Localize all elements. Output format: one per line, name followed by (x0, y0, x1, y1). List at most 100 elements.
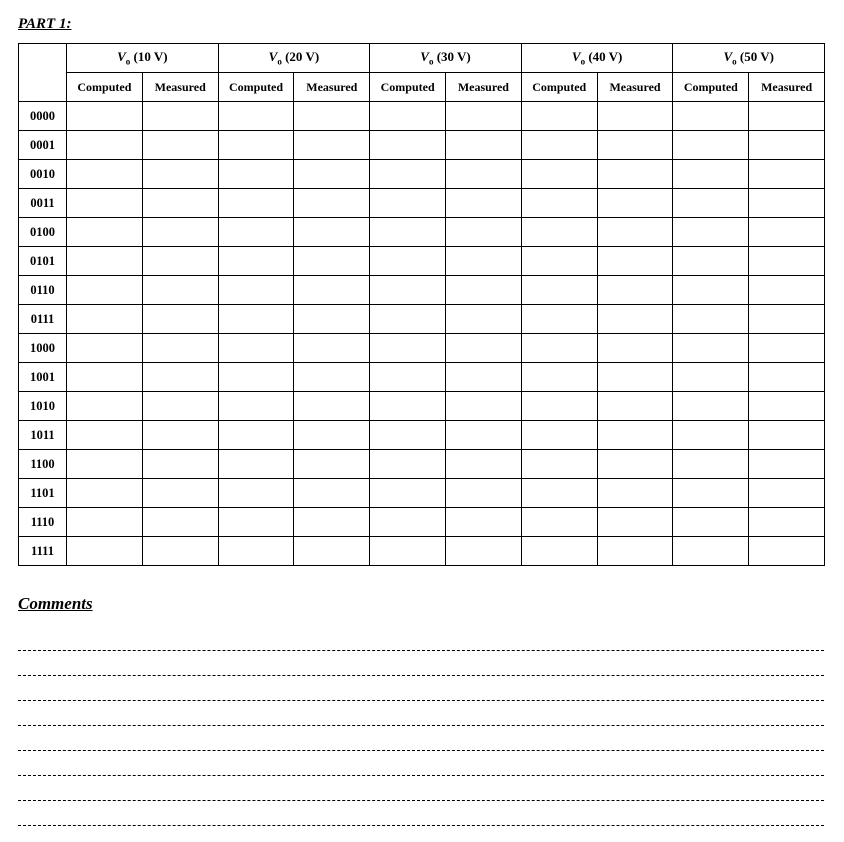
data-cell[interactable] (142, 189, 218, 218)
data-cell[interactable] (370, 218, 446, 247)
data-cell[interactable] (370, 421, 446, 450)
data-cell[interactable] (597, 276, 673, 305)
comment-line[interactable] (18, 801, 824, 826)
data-cell[interactable] (370, 131, 446, 160)
data-cell[interactable] (294, 131, 370, 160)
data-cell[interactable] (749, 131, 825, 160)
data-cell[interactable] (218, 421, 294, 450)
data-cell[interactable] (67, 160, 143, 189)
data-cell[interactable] (370, 363, 446, 392)
data-cell[interactable] (294, 218, 370, 247)
data-cell[interactable] (521, 537, 597, 566)
data-cell[interactable] (673, 392, 749, 421)
data-cell[interactable] (370, 160, 446, 189)
data-cell[interactable] (67, 189, 143, 218)
data-cell[interactable] (673, 218, 749, 247)
data-cell[interactable] (521, 305, 597, 334)
data-cell[interactable] (446, 305, 522, 334)
data-cell[interactable] (294, 363, 370, 392)
data-cell[interactable] (597, 363, 673, 392)
comment-line[interactable] (18, 676, 824, 701)
data-cell[interactable] (142, 218, 218, 247)
comment-line[interactable] (18, 726, 824, 751)
data-cell[interactable] (521, 189, 597, 218)
data-cell[interactable] (521, 276, 597, 305)
data-cell[interactable] (673, 305, 749, 334)
data-cell[interactable] (218, 247, 294, 276)
data-cell[interactable] (749, 363, 825, 392)
data-cell[interactable] (370, 102, 446, 131)
data-cell[interactable] (142, 363, 218, 392)
data-cell[interactable] (446, 392, 522, 421)
data-cell[interactable] (142, 508, 218, 537)
data-cell[interactable] (673, 363, 749, 392)
data-cell[interactable] (67, 363, 143, 392)
data-cell[interactable] (142, 537, 218, 566)
data-cell[interactable] (749, 189, 825, 218)
data-cell[interactable] (218, 305, 294, 334)
data-cell[interactable] (218, 218, 294, 247)
data-cell[interactable] (673, 276, 749, 305)
data-cell[interactable] (673, 131, 749, 160)
data-cell[interactable] (521, 334, 597, 363)
data-cell[interactable] (294, 305, 370, 334)
data-cell[interactable] (218, 102, 294, 131)
data-cell[interactable] (521, 479, 597, 508)
data-cell[interactable] (294, 450, 370, 479)
comment-line[interactable] (18, 651, 824, 676)
data-cell[interactable] (218, 537, 294, 566)
data-cell[interactable] (749, 276, 825, 305)
data-cell[interactable] (370, 450, 446, 479)
data-cell[interactable] (673, 450, 749, 479)
data-cell[interactable] (597, 218, 673, 247)
data-cell[interactable] (446, 102, 522, 131)
data-cell[interactable] (521, 508, 597, 537)
data-cell[interactable] (370, 508, 446, 537)
data-cell[interactable] (521, 160, 597, 189)
data-cell[interactable] (370, 189, 446, 218)
data-cell[interactable] (446, 218, 522, 247)
data-cell[interactable] (67, 334, 143, 363)
data-cell[interactable] (446, 247, 522, 276)
data-cell[interactable] (446, 160, 522, 189)
data-cell[interactable] (521, 421, 597, 450)
data-cell[interactable] (67, 218, 143, 247)
data-cell[interactable] (294, 160, 370, 189)
data-cell[interactable] (521, 102, 597, 131)
data-cell[interactable] (673, 479, 749, 508)
data-cell[interactable] (597, 160, 673, 189)
data-cell[interactable] (673, 189, 749, 218)
data-cell[interactable] (142, 276, 218, 305)
data-cell[interactable] (673, 537, 749, 566)
data-cell[interactable] (749, 508, 825, 537)
data-cell[interactable] (67, 450, 143, 479)
data-cell[interactable] (218, 276, 294, 305)
data-cell[interactable] (446, 363, 522, 392)
comment-line[interactable] (18, 751, 824, 776)
data-cell[interactable] (597, 189, 673, 218)
data-cell[interactable] (218, 363, 294, 392)
data-cell[interactable] (142, 102, 218, 131)
data-cell[interactable] (67, 131, 143, 160)
data-cell[interactable] (446, 276, 522, 305)
data-cell[interactable] (673, 421, 749, 450)
data-cell[interactable] (370, 479, 446, 508)
data-cell[interactable] (67, 276, 143, 305)
data-cell[interactable] (294, 276, 370, 305)
data-cell[interactable] (597, 334, 673, 363)
data-cell[interactable] (749, 537, 825, 566)
data-cell[interactable] (446, 421, 522, 450)
data-cell[interactable] (67, 247, 143, 276)
data-cell[interactable] (446, 508, 522, 537)
data-cell[interactable] (370, 276, 446, 305)
data-cell[interactable] (597, 537, 673, 566)
data-cell[interactable] (294, 537, 370, 566)
data-cell[interactable] (294, 102, 370, 131)
comment-line[interactable] (18, 701, 824, 726)
data-cell[interactable] (521, 363, 597, 392)
data-cell[interactable] (446, 334, 522, 363)
data-cell[interactable] (749, 450, 825, 479)
data-cell[interactable] (218, 189, 294, 218)
data-cell[interactable] (218, 450, 294, 479)
data-cell[interactable] (521, 218, 597, 247)
